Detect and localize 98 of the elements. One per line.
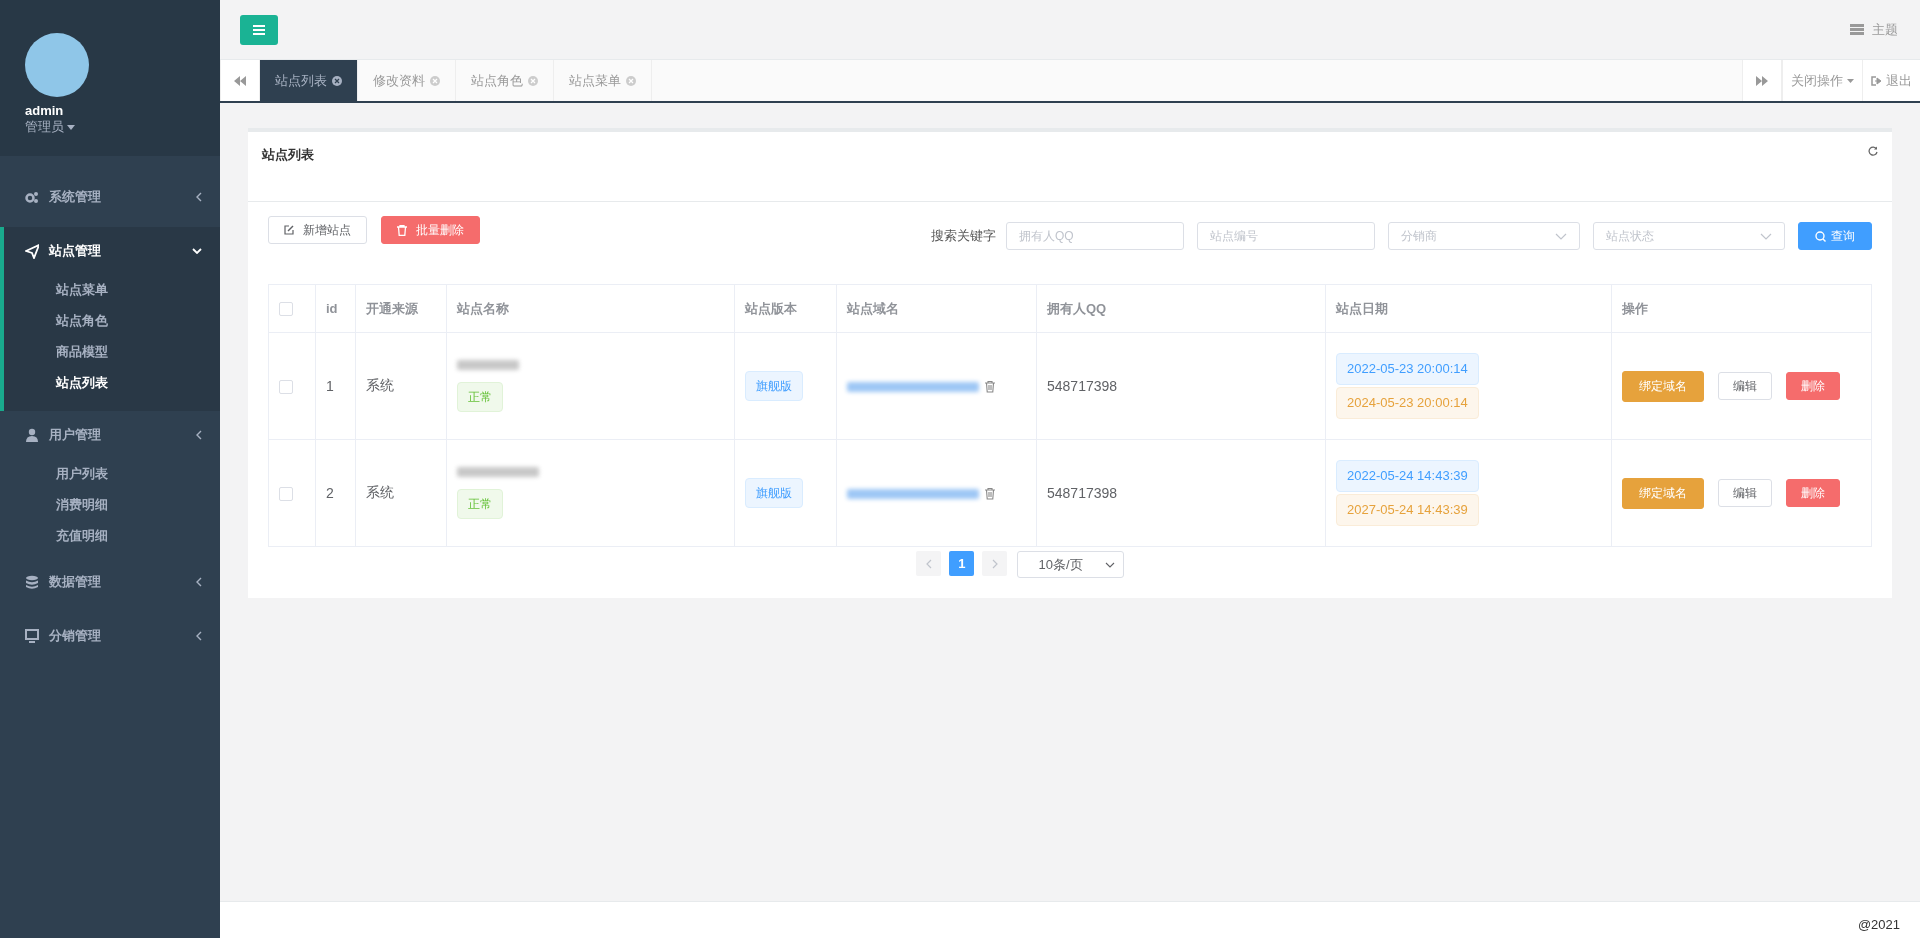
column-header: 拥有人QQ — [1036, 284, 1326, 333]
tab[interactable]: 修改资料 — [358, 60, 456, 101]
menu-item[interactable]: 数据管理 — [0, 558, 220, 606]
search-icon — [1815, 230, 1826, 242]
chevron-down-icon — [192, 248, 202, 254]
delete-button[interactable]: 删除 — [1786, 372, 1840, 400]
version-tag: 旗舰版 — [745, 478, 803, 508]
tab[interactable]: 站点列表 — [260, 60, 358, 101]
menu-item[interactable]: 系统管理 — [0, 173, 220, 221]
table-cell: 548717398 — [1036, 439, 1326, 547]
copyright-text: @2021 — [1857, 917, 1900, 932]
submenu-item[interactable]: 站点列表 — [4, 368, 108, 399]
edit-button[interactable]: 编辑 — [1718, 372, 1772, 400]
tab[interactable]: 站点角色 — [456, 60, 554, 101]
panel-title: 站点列表 — [262, 146, 314, 164]
edit-button[interactable]: 编辑 — [1718, 479, 1772, 507]
input-field[interactable]: 拥有人QQ — [1006, 222, 1184, 250]
status-tag: 正常 — [457, 382, 503, 412]
close-operations-dropdown[interactable]: 关闭操作 — [1782, 60, 1862, 101]
submenu-item[interactable]: 站点角色 — [4, 306, 108, 337]
checkbox[interactable] — [279, 487, 293, 502]
menu-item[interactable]: 站点管理 — [4, 227, 220, 275]
checkbox[interactable] — [279, 302, 293, 317]
status-tag: 正常 — [457, 489, 503, 519]
blurred-text — [457, 360, 519, 370]
tab[interactable]: 站点菜单 — [554, 60, 652, 101]
trash-icon — [985, 488, 995, 501]
double-right-icon — [1756, 75, 1768, 86]
end-date-tag: 2027-05-24 14:43:39 — [1336, 494, 1479, 526]
start-date-tag: 2022-05-23 20:00:14 — [1336, 353, 1479, 385]
sign-out-icon — [1871, 75, 1882, 86]
gears-icon — [25, 189, 39, 205]
column-header: 站点版本 — [734, 284, 837, 333]
end-date-tag: 2024-05-23 20:00:14 — [1336, 387, 1479, 419]
refresh-button[interactable] — [1868, 146, 1878, 156]
table-cell: 系统 — [355, 332, 447, 440]
submenu-item[interactable]: 商品模型 — [4, 337, 108, 368]
chevron-down-icon — [1555, 232, 1567, 240]
paper-plane-icon — [25, 243, 39, 259]
column-header: 开通来源 — [355, 284, 447, 333]
close-icon — [332, 75, 342, 86]
close-icon — [430, 75, 440, 86]
add-button[interactable]: 新增站点 — [268, 216, 367, 244]
table-cell: 2 — [315, 439, 356, 547]
next-page-button[interactable] — [982, 551, 1008, 576]
checkbox[interactable] — [279, 380, 293, 395]
menu-icon — [253, 24, 265, 35]
chevron-left-icon — [196, 192, 202, 202]
scroll-left-button[interactable] — [220, 60, 260, 101]
caret-icon — [67, 124, 75, 130]
chevron-left-icon — [196, 430, 202, 440]
menu-item[interactable]: 用户管理 — [0, 411, 220, 459]
user-icon — [25, 427, 39, 443]
theme-button[interactable]: 主题 — [1850, 20, 1898, 39]
chevron-down-icon — [1760, 232, 1772, 240]
submenu-item[interactable]: 消费明细 — [0, 490, 108, 521]
role-dropdown[interactable]: 管理员 — [25, 118, 75, 136]
table-cell: 548717398 — [1036, 332, 1326, 440]
page-size-select[interactable]: 10条/页 — [1017, 551, 1124, 578]
menu-button[interactable] — [240, 14, 278, 45]
chevron-right-icon — [991, 558, 998, 569]
page-button[interactable]: 1 — [949, 551, 975, 576]
close-icon — [528, 75, 538, 86]
refresh-icon — [1868, 146, 1878, 156]
database-icon — [25, 574, 39, 590]
close-icon — [626, 75, 636, 86]
logout-button[interactable]: 退出 — [1862, 60, 1920, 101]
scroll-right-button[interactable] — [1742, 60, 1782, 101]
start-date-tag: 2022-05-24 14:43:39 — [1336, 460, 1479, 492]
column-header: 站点名称 — [446, 284, 735, 333]
trash-icon — [985, 381, 995, 394]
column-header: 站点日期 — [1325, 284, 1612, 333]
search-button[interactable]: 查询 — [1798, 222, 1872, 250]
chevron-left-icon — [196, 577, 202, 587]
menu-item[interactable]: 分销管理 — [0, 612, 220, 660]
column-header: 操作 — [1611, 284, 1872, 333]
list-icon — [1850, 24, 1864, 35]
column-header: 站点域名 — [836, 284, 1037, 333]
delete-button[interactable]: 删除 — [1786, 479, 1840, 507]
double-left-icon — [234, 75, 246, 86]
monitor-icon — [25, 628, 39, 644]
table-cell: 1 — [315, 332, 356, 440]
table-cell: 系统 — [355, 439, 447, 547]
search-label: 搜索关键字 — [931, 227, 996, 245]
trash-icon — [397, 224, 407, 236]
chevron-down-icon — [1104, 561, 1115, 568]
submenu-item[interactable]: 站点菜单 — [4, 275, 108, 306]
chevron-left-icon — [925, 558, 932, 569]
user-name: admin — [25, 103, 64, 118]
previous-page-button[interactable] — [916, 551, 942, 576]
caret-icon — [1847, 78, 1854, 83]
submenu-item[interactable]: 充值明细 — [0, 521, 108, 552]
version-tag: 旗舰版 — [745, 371, 803, 401]
column-header: id — [315, 284, 356, 333]
batch-delete-button[interactable]: 批量删除 — [381, 216, 480, 244]
submenu-item[interactable]: 用户列表 — [0, 459, 108, 490]
chevron-left-icon — [196, 631, 202, 641]
edit-icon — [284, 225, 294, 235]
